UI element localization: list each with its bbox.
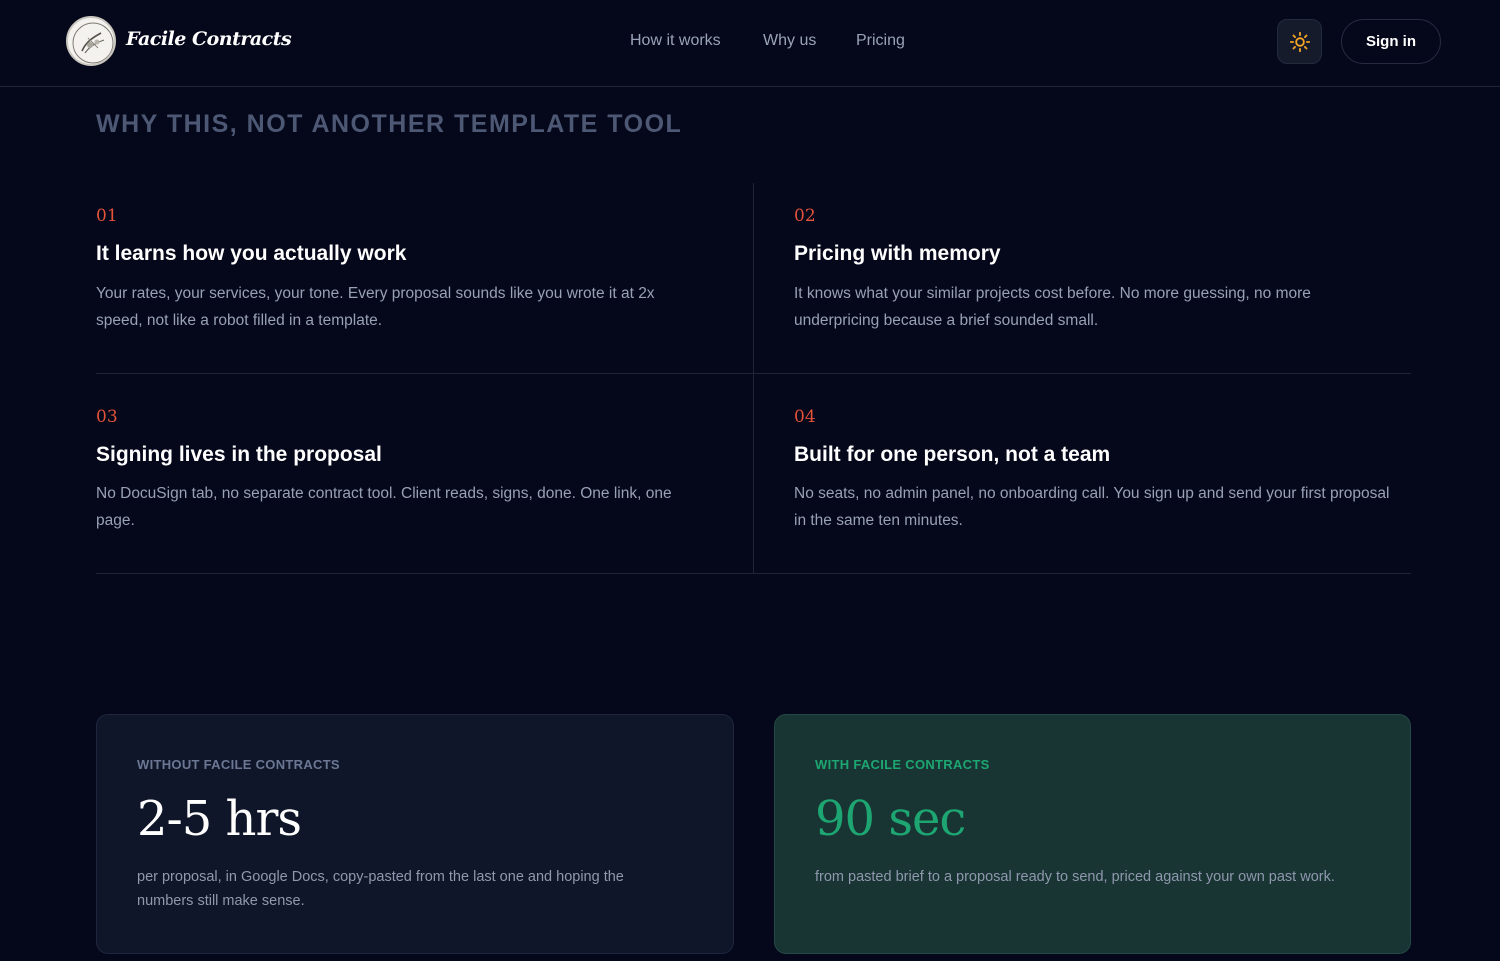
card-stat: 2-5 hrs (137, 791, 302, 847)
feature-title: It learns how you actually work (96, 242, 407, 265)
card-stat: 90 sec (815, 791, 966, 847)
nav-link-why-us[interactable]: Why us (763, 32, 816, 50)
logo-icon[interactable] (66, 16, 116, 66)
grid-divider-vertical (753, 183, 754, 574)
feature-title: Signing lives in the proposal (96, 443, 382, 466)
card-description: from pasted brief to a proposal ready to… (815, 869, 1335, 885)
feature-description: No seats, no admin panel, no onboarding … (794, 485, 1390, 529)
grid-divider-bottom (96, 573, 1411, 574)
feature-title: Pricing with memory (794, 242, 1001, 265)
feature-description: Your rates, your services, your tone. Ev… (96, 285, 655, 329)
comparison-card-with: WITH FACILE CONTRACTS 90 sec from pasted… (774, 714, 1411, 954)
sign-in-button[interactable]: Sign in (1341, 19, 1441, 64)
feature-number: 02 (794, 206, 816, 226)
card-label: WITHOUT FACILE CONTRACTS (137, 757, 340, 772)
feature-description: It knows what your similar projects cost… (794, 285, 1311, 329)
feature-number: 03 (96, 407, 118, 427)
nav-link-pricing[interactable]: Pricing (856, 32, 905, 50)
nav-link-how-it-works[interactable]: How it works (630, 32, 721, 50)
feature-number: 04 (794, 407, 816, 427)
feature-description: No DocuSign tab, no separate contract to… (96, 485, 672, 529)
feature-title: Built for one person, not a team (794, 443, 1111, 466)
feature-number: 01 (96, 206, 118, 226)
card-description: per proposal, in Google Docs, copy-paste… (137, 869, 624, 909)
theme-toggle-button[interactable] (1277, 19, 1322, 64)
sun-icon (1289, 31, 1310, 52)
grid-divider-horizontal (96, 373, 1411, 374)
comparison-card-without: WITHOUT FACILE CONTRACTS 2-5 hrs per pro… (96, 714, 734, 954)
top-nav: Facile Contracts How it works Why us Pri… (0, 0, 1500, 87)
card-label: WITH FACILE CONTRACTS (815, 757, 990, 772)
brand-name[interactable]: Facile Contracts (126, 28, 292, 50)
section-title: WHY THIS, NOT ANOTHER TEMPLATE TOOL (96, 110, 683, 138)
